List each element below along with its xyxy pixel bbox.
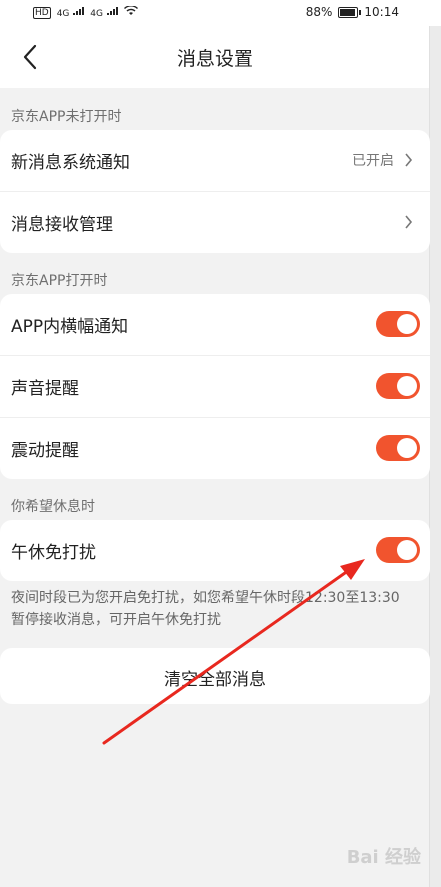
wifi-icon [123,5,138,19]
row-new-message-notification[interactable]: 新消息系统通知 已开启 [0,130,430,191]
row-banner-notification: APP内横幅通知 [0,294,430,355]
row-label: 新消息系统通知 [11,153,130,173]
dnd-notice-text: 夜间时段已为您开启免打扰，如您希望午休时段12:30至13:30暂停接收消息，可… [11,590,400,628]
clear-all-label: 清空全部消息 [164,670,266,690]
battery-icon [338,6,362,18]
row-label: 午休免打扰 [11,543,96,563]
signal-icon-2: 4G [90,6,118,19]
signal-icon-1: 4G [57,6,85,19]
chevron-right-icon [405,153,413,167]
toggle-knob [397,314,417,334]
nav-header: 消息设置 [0,26,430,88]
row-sound-alert: 声音提醒 [0,355,430,417]
section-label-rest: 你希望休息时 [11,499,95,515]
clock: 10:14 [364,5,399,19]
vibration-alert-toggle[interactable] [376,435,420,461]
section-label-app-closed: 京东APP未打开时 [11,109,122,125]
toggle-knob [397,376,417,396]
background-window-edge [429,26,441,887]
clear-all-messages-button[interactable]: 清空全部消息 [0,648,430,704]
row-label: 震动提醒 [11,441,79,461]
hd-icon: HD [33,6,51,19]
row-label: 消息接收管理 [11,215,113,235]
toggle-knob [397,438,417,458]
row-vibration-alert: 震动提醒 [0,417,430,479]
chevron-right-icon [405,215,413,229]
settings-card-app-open: APP内横幅通知 声音提醒 震动提醒 [0,294,430,479]
row-status-value: 已开启 [352,153,394,169]
banner-notification-toggle[interactable] [376,311,420,337]
section-label-app-open: 京东APP打开时 [11,273,108,289]
row-message-receive-management[interactable]: 消息接收管理 [0,191,430,253]
battery-percent: 88% [305,5,333,19]
watermark-logo: Bai 经验 [346,847,421,868]
sound-alert-toggle[interactable] [376,373,420,399]
row-noon-do-not-disturb: 午休免打扰 [0,520,430,581]
toggle-knob [397,540,417,560]
status-bar: HD 4G 4G 88% 10:14 [0,0,441,26]
row-label: 声音提醒 [11,379,79,399]
settings-card-app-closed: 新消息系统通知 已开启 消息接收管理 [0,130,430,253]
page-title: 消息设置 [176,48,253,70]
noon-dnd-toggle[interactable] [376,537,420,563]
status-right: 88% 10:14 [306,5,399,19]
settings-card-rest: 午休免打扰 [0,520,430,581]
status-left-icons: HD 4G 4G [33,5,138,19]
row-label: APP内横幅通知 [11,317,129,337]
